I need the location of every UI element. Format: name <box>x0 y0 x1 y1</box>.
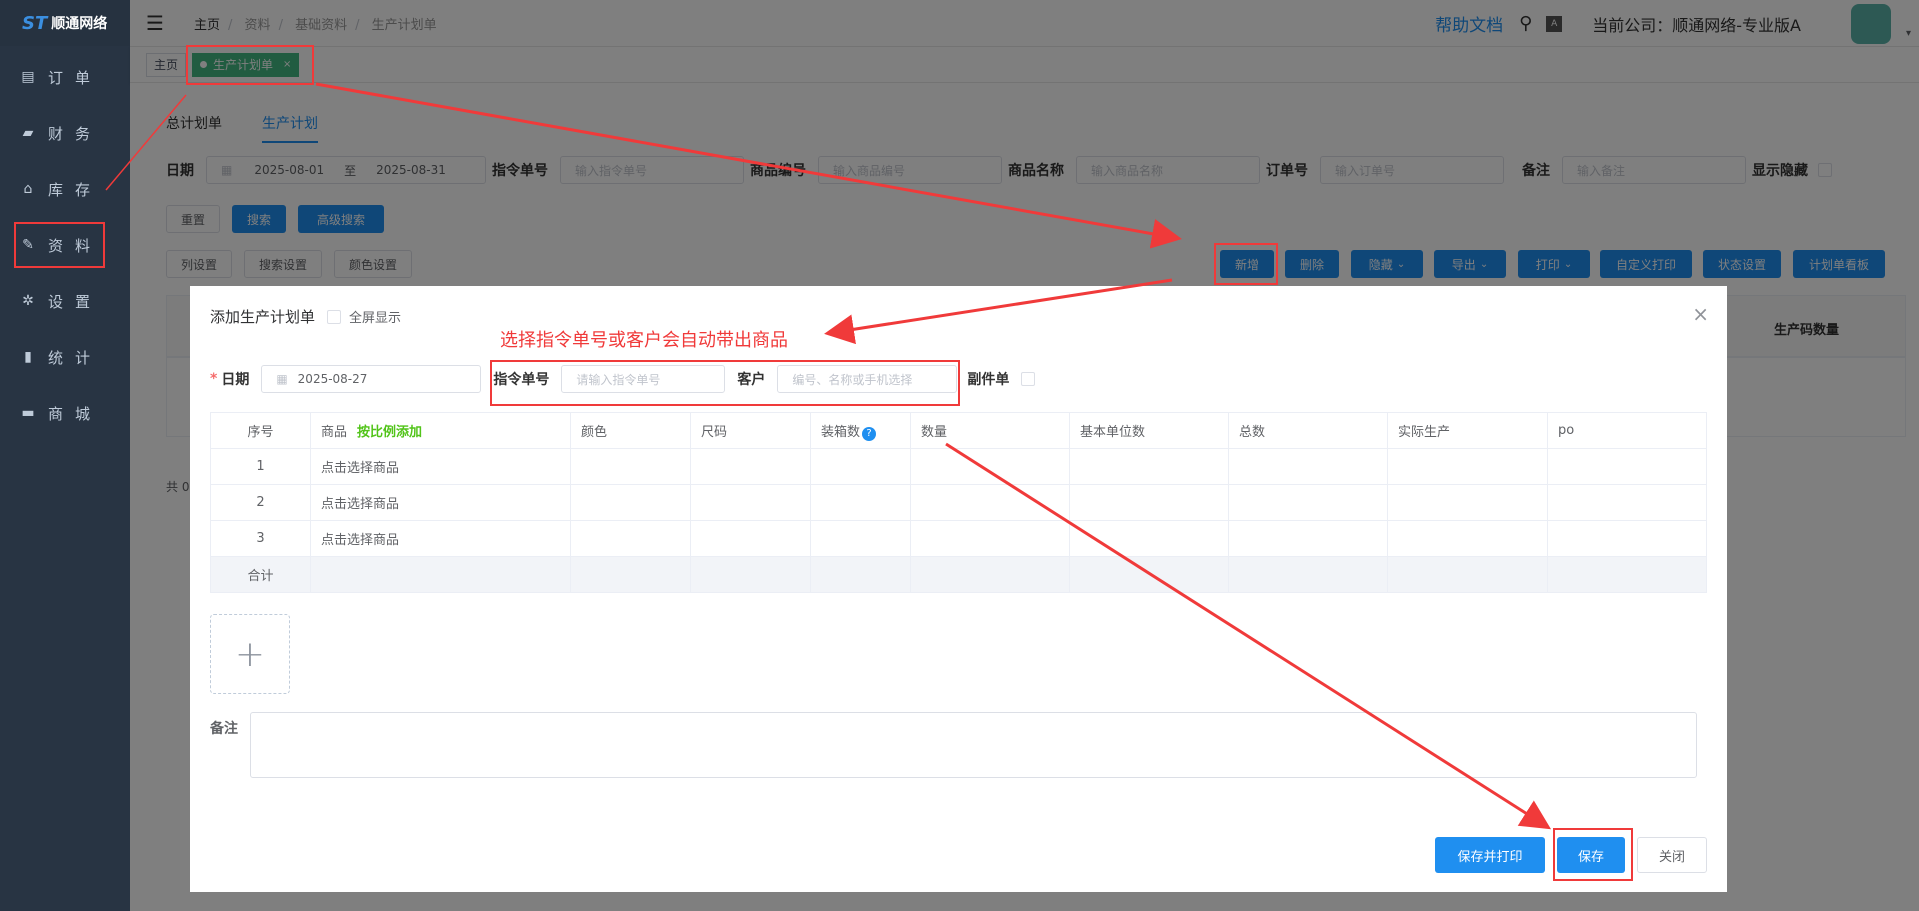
required-mark: * <box>210 371 218 387</box>
col-po: po <box>1547 412 1707 449</box>
col-no: 序号 <box>210 412 311 449</box>
sidebar-item-finance[interactable]: ▰ 财务 <box>0 105 130 161</box>
document-icon: ▤ <box>21 69 35 85</box>
table-row: 1 点击选择商品 <box>210 448 1707 485</box>
highlight-order-customer <box>490 360 960 406</box>
plus-icon: + <box>234 633 266 675</box>
row-no: 3 <box>210 520 311 557</box>
copy-checkbox[interactable] <box>1021 372 1036 386</box>
highlight-add-button <box>1214 243 1278 285</box>
sidebar: ST 顺通网络 ▤ 订单 ▰ 财务 ⌂ 库存 ✎ 资料 ✲ 设置 ▮ 统计 ▬ 商城 <box>0 0 130 911</box>
table-row: 2 点击选择商品 <box>210 484 1707 521</box>
table-header-row: 序号 商品 按比例添加 颜色 尺码 装箱数? 数量 基本单位数 总数 实际生产 p… <box>210 412 1707 449</box>
dialog-title-text: 添加生产计划单 <box>210 308 316 326</box>
gear-icon: ✲ <box>22 293 34 309</box>
wallet-icon: ▰ <box>22 125 34 141</box>
col-qty: 数量 <box>910 412 1070 449</box>
dialog-date-label: 日期 <box>221 372 250 388</box>
row-no: 1 <box>210 448 311 485</box>
dialog-title: 添加生产计划单 全屏显示 <box>210 306 401 327</box>
help-icon[interactable]: ? <box>862 426 877 441</box>
sidebar-item-label: 财务 <box>48 124 103 143</box>
col-pack-label: 装箱数 <box>821 424 861 440</box>
dialog-copy-label: 副件单 <box>967 372 1010 388</box>
sidebar-item-orders[interactable]: ▤ 订单 <box>0 49 130 105</box>
sum-row: 合计 <box>210 556 1707 593</box>
sidebar-item-mall[interactable]: ▬ 商城 <box>0 385 130 441</box>
close-icon[interactable]: × <box>1692 302 1709 326</box>
upload-image-button[interactable]: + <box>210 614 290 694</box>
col-pack: 装箱数? <box>810 412 911 449</box>
highlight-sidebar-data <box>14 222 105 268</box>
sidebar-item-label: 设置 <box>48 292 103 311</box>
sidebar-item-inventory[interactable]: ⌂ 库存 <box>0 161 130 217</box>
row-no: 2 <box>210 484 311 521</box>
select-goods-cell[interactable]: 点击选择商品 <box>310 520 571 557</box>
dialog-remark-textarea[interactable] <box>250 712 1697 778</box>
fullscreen-label: 全屏显示 <box>349 311 402 326</box>
col-color: 颜色 <box>570 412 691 449</box>
home-icon: ⌂ <box>23 181 33 197</box>
sidebar-item-label: 商城 <box>48 404 103 423</box>
table-row: 3 点击选择商品 <box>210 520 1707 557</box>
col-total: 总数 <box>1228 412 1388 449</box>
highlight-save-button <box>1553 828 1633 881</box>
select-goods-cell[interactable]: 点击选择商品 <box>310 448 571 485</box>
sidebar-item-label: 订单 <box>48 68 103 87</box>
highlight-tag <box>186 45 314 85</box>
close-button[interactable]: 关闭 <box>1637 837 1707 873</box>
sidebar-item-label: 统计 <box>48 348 103 367</box>
col-base-unit: 基本单位数 <box>1069 412 1229 449</box>
col-goods-label: 商品 <box>321 425 348 440</box>
col-goods: 商品 按比例添加 <box>310 412 571 449</box>
col-actual: 实际生产 <box>1387 412 1548 449</box>
save-and-print-button[interactable]: 保存并打印 <box>1435 837 1545 873</box>
col-size: 尺码 <box>690 412 811 449</box>
sidebar-item-label: 库存 <box>48 180 103 199</box>
goods-table: 序号 商品 按比例添加 颜色 尺码 装箱数? 数量 基本单位数 总数 实际生产 p… <box>210 412 1707 593</box>
sidebar-item-settings[interactable]: ✲ 设置 <box>0 273 130 329</box>
store-icon: ▬ <box>21 405 35 421</box>
select-goods-cell[interactable]: 点击选择商品 <box>310 484 571 521</box>
dialog-remark-label: 备注 <box>210 721 238 737</box>
logo-text: 顺通网络 <box>51 16 108 32</box>
fullscreen-checkbox[interactable] <box>327 309 342 324</box>
sidebar-item-stats[interactable]: ▮ 统计 <box>0 329 130 385</box>
logo: ST 顺通网络 <box>0 0 130 46</box>
dialog-date-input[interactable]: ▦ 2025-08-27 <box>261 365 482 393</box>
logo-mark-icon: ST <box>22 12 48 34</box>
annotation-text: 选择指令单号或客户会自动带出商品 <box>500 330 788 351</box>
dialog-date-value: 2025-08-27 <box>297 372 368 386</box>
calendar-icon: ▦ <box>276 372 288 386</box>
sum-label: 合计 <box>210 556 311 593</box>
add-by-ratio-link[interactable]: 按比例添加 <box>357 425 422 440</box>
bar-chart-icon: ▮ <box>24 349 32 365</box>
